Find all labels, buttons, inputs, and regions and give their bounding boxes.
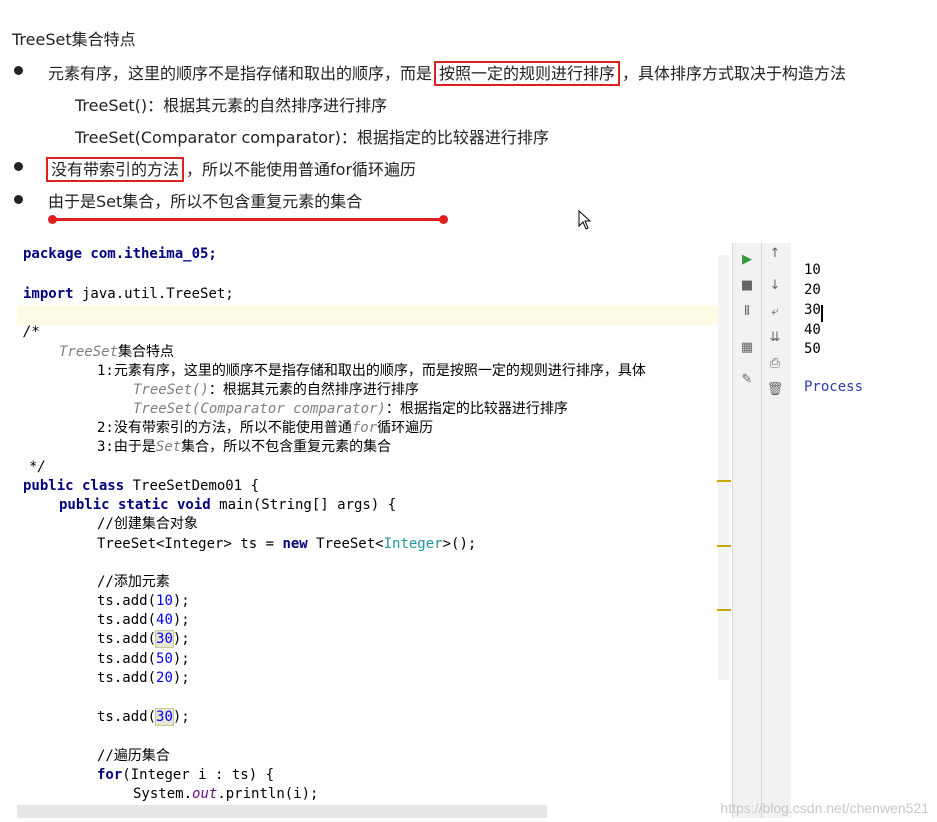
comment-line-3: 3:由于是Set集合，所以不包含重复元素的集合 [97, 439, 392, 455]
main-method: public static void main(String[] args) { [59, 497, 397, 513]
add-line: ts.add(20); [97, 670, 190, 686]
code-editor[interactable]: package com.itheima_05; import java.util… [17, 243, 735, 818]
red-underline [48, 215, 448, 224]
comment-iterate: //遍历集合 [97, 748, 170, 764]
soft-wrap-icon[interactable]: ⤶ [766, 303, 784, 321]
pause-icon[interactable]: Ⅱ [738, 303, 756, 321]
down-arrow-icon[interactable]: ↓ [766, 277, 784, 295]
for-loop: for(Integer i : ts) { [97, 767, 275, 783]
highlight-box-index: 没有带索引的方法 [46, 157, 185, 182]
bullet-dot [14, 195, 23, 204]
output-line: 50 [804, 341, 821, 357]
error-stripe[interactable] [718, 255, 730, 680]
process-status: Process [804, 379, 864, 395]
bullet-2: 没有带索引的方法 ，所以不能使用普通for循环遍历 [44, 156, 416, 182]
print-line: System.out.println(i); [133, 786, 319, 802]
comment-close: */ [29, 459, 46, 475]
text-caret [821, 305, 823, 322]
sub-item-natural: TreeSet()：根据其元素的自然排序进行排序 [75, 96, 388, 115]
bullet-3: 由于是Set集合，所以不包含重复元素的集合 [48, 192, 363, 211]
highlight-box-order: 按照一定的规则进行排序 [434, 61, 621, 86]
add-line: ts.add(40); [97, 612, 190, 628]
add-line: ts.add(30); [97, 630, 190, 648]
trash-icon[interactable]: 🗑 [766, 381, 784, 399]
console-output[interactable]: 10 20 30 40 50 Process [791, 243, 937, 818]
print-icon[interactable]: ⎙ [766, 355, 784, 373]
comment-create: //创建集合对象 [97, 516, 198, 532]
add-duplicate-line: ts.add(30); [97, 708, 190, 726]
rerun-icon[interactable]: ▶ [738, 251, 756, 269]
add-line: ts.add(50); [97, 651, 190, 667]
output-line: 20 [804, 282, 821, 298]
slide-panel: TreeSet集合特点 元素有序，这里的顺序不是指存储和取出的顺序，而是 按照一定… [0, 0, 937, 232]
class-declaration: public class TreeSetDemo01 { [23, 478, 260, 494]
output-line: 30 [804, 302, 821, 318]
output-line: 40 [804, 322, 821, 338]
bullet-dot [14, 162, 23, 171]
import-line: import java.util.TreeSet; [23, 286, 234, 302]
warning-marker[interactable] [717, 609, 731, 611]
comment-add: //添加元素 [97, 574, 170, 590]
scroll-to-end-icon[interactable]: ⇊ [766, 329, 784, 347]
current-line-highlight [17, 305, 725, 325]
warning-marker[interactable] [717, 480, 731, 482]
comment-line-2: 2:没有带索引的方法，所以不能使用普通for循环遍历 [97, 420, 434, 436]
layout-icon[interactable]: ▦ [738, 339, 756, 357]
comment-line-1: 1:元素有序，这里的顺序不是指存储和取出的顺序，而是按照一定的规则进行排序，具体 [97, 363, 646, 379]
watermark: https://blog.csdn.net/chenwen521 [720, 800, 929, 816]
run-toolbar: ▶ ↑ ■ ↓ Ⅱ ⤶ ⇊ ▦ ⎙ ✎ 🗑 [732, 243, 792, 818]
comment-open: /* [23, 324, 40, 340]
toolbar-divider [761, 243, 762, 818]
package-line: package com.itheima_05; [23, 246, 217, 262]
output-line: 10 [804, 262, 821, 278]
pin-icon[interactable]: ✎ [738, 371, 756, 389]
sub-item-comparator: TreeSet(Comparator comparator)：根据指定的比较器进… [75, 128, 549, 147]
comment-line-1b: TreeSet(Comparator comparator)：根据指定的比较器进… [133, 401, 568, 417]
mouse-cursor-icon [578, 210, 592, 230]
add-line: ts.add(10); [97, 593, 190, 609]
warning-marker[interactable] [717, 545, 731, 547]
stop-icon[interactable]: ■ [738, 277, 756, 295]
comment-title: TreeSet集合特点 [59, 344, 175, 360]
declaration-line: TreeSet<Integer> ts = new TreeSet<Intege… [97, 536, 477, 552]
slide-title: TreeSet集合特点 [12, 30, 136, 49]
bullet-dot [14, 66, 23, 75]
up-arrow-icon[interactable]: ↑ [766, 245, 784, 263]
horizontal-scrollbar[interactable] [17, 805, 547, 818]
bullet-1: 元素有序，这里的顺序不是指存储和取出的顺序，而是 按照一定的规则进行排序 ，具体排序… [48, 60, 846, 86]
comment-line-1a: TreeSet()：根据其元素的自然排序进行排序 [133, 382, 419, 398]
